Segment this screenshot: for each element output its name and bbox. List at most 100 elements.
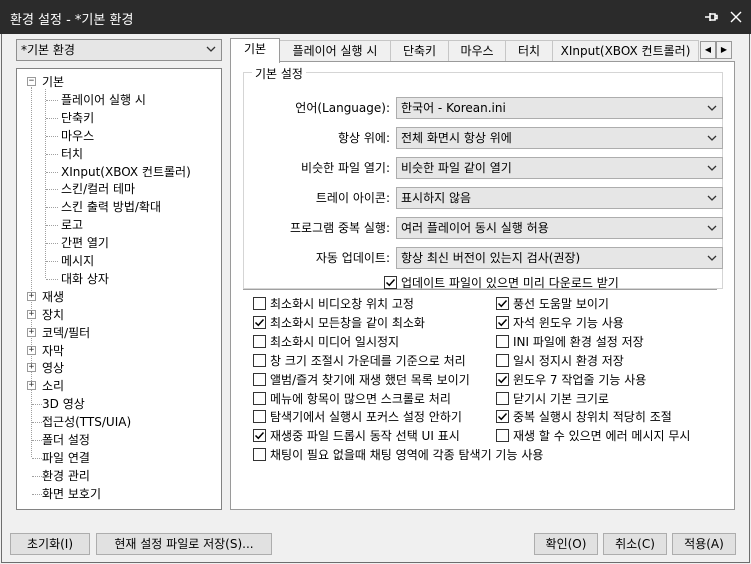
tree-item-child[interactable]: 단축키 bbox=[61, 109, 94, 127]
tree-item-leaf[interactable]: 화면 보호기 bbox=[42, 485, 101, 503]
tree-item-child[interactable]: 스킨 출력 방법/확대 bbox=[61, 198, 161, 216]
tree-item-child[interactable]: 대화 상자 bbox=[61, 270, 109, 288]
field-label: 트레이 아이콘: bbox=[315, 191, 390, 205]
option-checkbox[interactable]: 최소화시 미디어 일시정지 bbox=[253, 333, 399, 351]
tab-scroll-left-icon[interactable]: ◀ bbox=[700, 41, 716, 59]
option-checkbox[interactable]: 메뉴에 항목이 많으면 스크롤로 처리 bbox=[253, 390, 451, 408]
checkbox-box[interactable] bbox=[253, 297, 266, 310]
tab-0[interactable]: 기본 bbox=[230, 38, 280, 63]
option-checkbox[interactable]: INI 파일에 환경 설정 저장 bbox=[496, 333, 644, 351]
field-select-value: 전체 화면시 항상 위에 bbox=[401, 131, 512, 145]
option-checkbox[interactable]: 재생중 파일 드롭시 동작 선택 UI 표시 bbox=[253, 427, 460, 445]
field-select[interactable]: 한국어 - Korean.ini bbox=[396, 97, 723, 119]
option-checkbox[interactable]: 탐색기에서 실행시 포커스 설정 안하기 bbox=[253, 408, 462, 426]
option-checkbox[interactable]: 일시 정지시 환경 저장 bbox=[496, 352, 624, 370]
tree-item-group[interactable]: 장치 bbox=[42, 306, 64, 324]
checkbox-box[interactable] bbox=[253, 429, 266, 443]
chevron-down-icon bbox=[707, 225, 717, 231]
checkbox-box[interactable] bbox=[496, 429, 509, 443]
checkbox-box[interactable] bbox=[253, 372, 266, 386]
tree-expand-icon[interactable]: + bbox=[27, 363, 36, 373]
option-checkbox[interactable]: 앨범/즐겨 찾기에 재생 했던 목록 보이기 bbox=[253, 371, 470, 389]
cancel-button[interactable]: 취소(C) bbox=[603, 533, 667, 555]
checkbox-box[interactable] bbox=[253, 391, 266, 405]
tree-item-child[interactable]: 간편 열기 bbox=[61, 234, 109, 252]
checkbox-box[interactable] bbox=[253, 410, 266, 424]
settings-tree: − 기본 플레이어 실행 시 단축키 마우스 터치 XInput(XBOX 컨트롤러) 스킨/… bbox=[16, 68, 222, 510]
save-as-button[interactable]: 현재 설정 파일로 저장(S)... bbox=[96, 533, 272, 555]
option-checkbox[interactable]: 자석 윈도우 기능 사용 bbox=[496, 314, 624, 332]
tree-item-group[interactable]: 코덱/필터 bbox=[42, 324, 90, 342]
checkbox-box[interactable] bbox=[496, 353, 509, 367]
tree-item-group[interactable]: 소리 bbox=[42, 377, 64, 395]
checkbox-label: 창 크기 조절시 가운데를 기준으로 처리 bbox=[270, 353, 466, 368]
checkbox-box[interactable] bbox=[253, 334, 266, 348]
apply-button[interactable]: 적용(A) bbox=[672, 533, 736, 555]
checkbox-box[interactable] bbox=[496, 410, 509, 424]
tab-strip: 기본 플레이어 실행 시 단축키 마우스 터치 XInput(XBOX 컨트롤러) ◀ ▶ bbox=[230, 38, 732, 63]
checkbox-box[interactable] bbox=[253, 353, 266, 367]
tab-4[interactable]: 터치 bbox=[505, 40, 553, 62]
checkbox-box[interactable] bbox=[496, 372, 509, 386]
tree-item-leaf[interactable]: 접근성(TTS/UIA) bbox=[42, 413, 131, 431]
option-checkbox[interactable]: 최소화시 비디오창 위치 고정 bbox=[253, 295, 414, 313]
close-icon[interactable] bbox=[725, 6, 747, 28]
field-select[interactable]: 여러 플레이어 동시 실행 허용 bbox=[396, 217, 723, 239]
field-select[interactable]: 비슷한 파일 같이 열기 bbox=[396, 157, 723, 179]
field-label: 언어(Language): bbox=[295, 101, 390, 115]
tab-5[interactable]: XInput(XBOX 컨트롤러) bbox=[552, 40, 699, 62]
option-checkbox[interactable]: 풍선 도움말 보이기 bbox=[496, 295, 609, 313]
reset-button[interactable]: 초기화(I) bbox=[10, 533, 90, 555]
tree-item-child[interactable]: XInput(XBOX 컨트롤러) bbox=[61, 163, 191, 181]
tree-item-leaf[interactable]: 3D 영상 bbox=[42, 395, 85, 413]
checkbox-label: 일시 정지시 환경 저장 bbox=[513, 353, 624, 368]
ok-button[interactable]: 확인(O) bbox=[534, 533, 598, 555]
checkbox-box[interactable] bbox=[496, 334, 509, 348]
option-checkbox[interactable]: 창 크기 조절시 가운데를 기준으로 처리 bbox=[253, 352, 466, 370]
tree-item-group[interactable]: 영상 bbox=[42, 359, 64, 377]
tree-item-leaf[interactable]: 파일 연결 bbox=[42, 449, 90, 467]
tree-item-child[interactable]: 플레이어 실행 시 bbox=[61, 91, 146, 109]
tree-expand-icon[interactable]: + bbox=[27, 345, 36, 355]
field-select[interactable]: 표시하지 않음 bbox=[396, 187, 723, 209]
tree-item-child[interactable]: 스킨/컬러 테마 bbox=[61, 180, 135, 198]
field-select[interactable]: 전체 화면시 항상 위에 bbox=[396, 127, 723, 149]
checkbox-box[interactable] bbox=[496, 391, 509, 405]
option-checkbox[interactable]: 최소화시 모든창을 같이 최소화 bbox=[253, 314, 425, 332]
tree-item-leaf[interactable]: 환경 관리 bbox=[42, 467, 90, 485]
option-checkbox[interactable]: 중복 실행시 창위치 적당히 조절 bbox=[496, 408, 672, 426]
tree-item-child[interactable]: 마우스 bbox=[61, 127, 94, 145]
tree-item-group[interactable]: 재생 bbox=[42, 288, 64, 306]
tree-collapse-icon[interactable]: − bbox=[27, 77, 36, 86]
tree-item-group[interactable]: 자막 bbox=[42, 342, 64, 360]
checkbox-box[interactable] bbox=[496, 315, 509, 329]
tree-expand-icon[interactable]: + bbox=[27, 291, 36, 301]
tree-expand-icon[interactable]: + bbox=[27, 327, 36, 337]
tree-expand-icon[interactable]: + bbox=[27, 381, 36, 391]
option-checkbox[interactable]: 윈도우 7 작업줄 기능 사용 bbox=[496, 371, 646, 389]
option-checkbox[interactable]: 재생 할 수 있으면 에러 메시지 무시 bbox=[496, 427, 690, 445]
tab-scroll-right-icon[interactable]: ▶ bbox=[716, 41, 732, 59]
tree-guide-line bbox=[46, 153, 58, 155]
tree-guide-line bbox=[46, 171, 58, 173]
tree-item-child[interactable]: 로고 bbox=[61, 216, 83, 234]
tree-expand-icon[interactable]: + bbox=[27, 309, 36, 319]
checkbox-box[interactable] bbox=[384, 276, 397, 289]
tab-2[interactable]: 단축키 bbox=[390, 40, 449, 62]
tree-guide-line bbox=[31, 87, 32, 457]
preset-select[interactable]: *기본 환경 bbox=[16, 39, 222, 61]
field-label: 비슷한 파일 열기: bbox=[301, 161, 390, 175]
tab-1[interactable]: 플레이어 실행 시 bbox=[279, 40, 391, 62]
checkbox-box[interactable] bbox=[253, 448, 266, 462]
tab-3[interactable]: 마우스 bbox=[448, 40, 506, 62]
checkbox-box[interactable] bbox=[496, 297, 509, 310]
pin-icon[interactable] bbox=[700, 6, 722, 28]
tree-item-child[interactable]: 메시지 bbox=[61, 252, 94, 270]
tree-item-leaf[interactable]: 폴더 설정 bbox=[42, 431, 90, 449]
option-checkbox[interactable]: 닫기시 기본 크기로 bbox=[496, 390, 609, 408]
field-select[interactable]: 항상 최신 버전이 있는지 검사(권장) bbox=[396, 247, 723, 269]
option-checkbox[interactable]: 채팅이 필요 없을때 채팅 영역에 각종 탐색기 기능 사용 bbox=[253, 446, 543, 464]
tree-item-child[interactable]: 터치 bbox=[61, 145, 83, 163]
tree-guide-line bbox=[46, 278, 58, 280]
checkbox-box[interactable] bbox=[253, 315, 266, 329]
